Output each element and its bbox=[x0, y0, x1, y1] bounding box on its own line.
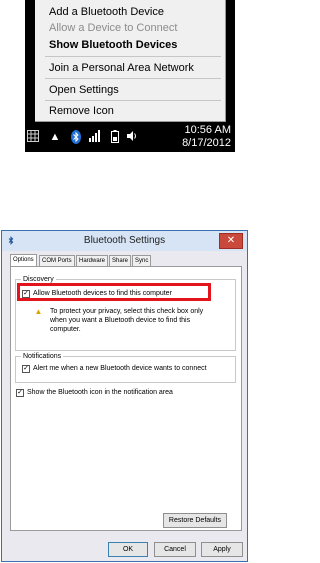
cancel-button[interactable]: Cancel bbox=[154, 542, 196, 557]
dialog-title: Bluetooth Settings bbox=[83, 235, 166, 246]
notifications-group: Notifications ✓ Alert me when a new Blue… bbox=[15, 352, 236, 383]
menu-item-allow-connect: Allow a Device to Connect bbox=[49, 22, 178, 34]
menu-separator bbox=[45, 78, 221, 79]
menu-item-show-devices[interactable]: Show Bluetooth Devices bbox=[49, 38, 177, 52]
bluetooth-context-menu: Add a Bluetooth Device Allow a Device to… bbox=[35, 0, 226, 122]
ok-button[interactable]: OK bbox=[108, 542, 148, 557]
alert-new-device-checkbox[interactable]: ✓ bbox=[22, 365, 30, 373]
taskbar: ▲ 10:56 AM 8/17/2012 bbox=[25, 123, 235, 152]
battery-icon[interactable] bbox=[109, 130, 121, 144]
alert-new-device-label[interactable]: Alert me when a new Bluetooth device wan… bbox=[33, 364, 207, 373]
menu-separator bbox=[45, 100, 221, 101]
menu-item-remove-icon[interactable]: Remove Icon bbox=[49, 104, 114, 118]
restore-defaults-button[interactable]: Restore Defaults bbox=[163, 513, 227, 528]
bluetooth-icon[interactable] bbox=[70, 130, 82, 144]
clock-date[interactable]: 8/17/2012 bbox=[161, 137, 231, 150]
bluetooth-settings-dialog: Bluetooth Settings ✕ Options COM Ports H… bbox=[1, 230, 248, 562]
options-panel: Discovery ✓ Allow Bluetooth devices to f… bbox=[10, 266, 242, 531]
privacy-note-line-1: To protect your privacy, select this che… bbox=[50, 308, 204, 315]
show-desktop-icon[interactable] bbox=[27, 130, 39, 144]
clock-time[interactable]: 10:56 AM bbox=[161, 124, 231, 137]
menu-item-add-device[interactable]: Add a Bluetooth Device bbox=[49, 5, 164, 19]
menu-separator bbox=[45, 56, 221, 57]
privacy-note-line-2: when you want a Bluetooth device to find… bbox=[50, 317, 191, 324]
show-tray-icon-checkbox[interactable]: ✓ bbox=[16, 389, 24, 397]
network-icon[interactable] bbox=[88, 130, 100, 144]
highlight-box bbox=[17, 283, 211, 301]
show-tray-icon-label[interactable]: Show the Bluetooth icon in the notificat… bbox=[27, 388, 173, 397]
privacy-note-line-3: computer. bbox=[50, 326, 81, 333]
warning-icon: ▲ bbox=[34, 307, 43, 316]
chevron-up-icon[interactable]: ▲ bbox=[49, 130, 61, 144]
apply-button[interactable]: Apply bbox=[201, 542, 243, 557]
notifications-label: Notifications bbox=[21, 352, 64, 361]
menu-item-join-pan[interactable]: Join a Personal Area Network bbox=[49, 61, 194, 75]
tray-context-area: Add a Bluetooth Device Allow a Device to… bbox=[25, 0, 235, 152]
volume-icon[interactable] bbox=[126, 130, 138, 144]
menu-item-open-settings[interactable]: Open Settings bbox=[49, 83, 119, 97]
close-button[interactable]: ✕ bbox=[219, 233, 243, 249]
title-bar[interactable]: Bluetooth Settings ✕ bbox=[2, 231, 247, 251]
